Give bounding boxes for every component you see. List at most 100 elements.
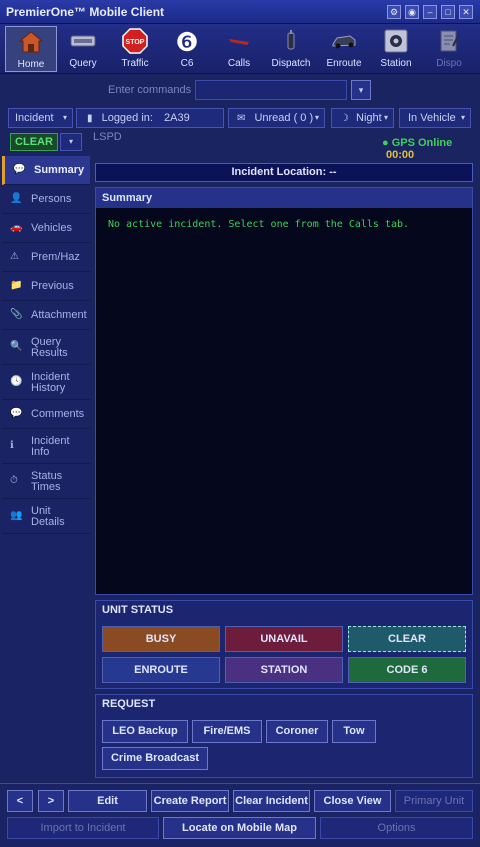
sidebar-item-label: Summary (34, 164, 85, 176)
command-dropdown-button[interactable]: ▾ (351, 80, 371, 100)
stop-sign-text: STOP (126, 39, 145, 46)
bottom-action-bar: < > Edit Create Report Clear Incident Cl… (0, 783, 480, 847)
attachment-icon: 📎 (10, 309, 23, 320)
status-busy-button[interactable]: BUSY (102, 626, 220, 652)
request-leo-backup-button[interactable]: LEO Backup (102, 720, 188, 743)
gear-icon[interactable]: ⚙ (387, 5, 401, 19)
sidebar-item-attachment[interactable]: 📎 Attachment (2, 301, 90, 330)
settings-icon[interactable]: ◉ (405, 5, 419, 19)
sidebar-item-previous[interactable]: 📁 Previous (2, 272, 90, 301)
toolbar-query-button[interactable]: Query (57, 26, 109, 72)
minimize-icon[interactable]: – (423, 5, 437, 19)
toolbar-station-label: Station (380, 58, 412, 69)
status-clear-button[interactable]: CLEAR (348, 626, 466, 652)
status-enroute-button[interactable]: ENROUTE (102, 657, 220, 683)
request-fire-ems-button[interactable]: Fire/EMS (192, 720, 262, 743)
sidebar-item-query-results[interactable]: 🔍 Query Results (2, 330, 90, 365)
night-mode-dropdown[interactable]: ☽ Night ▾ (331, 108, 394, 128)
summary-panel: Summary No active incident. Select one f… (95, 187, 473, 595)
toolbar-enroute-button[interactable]: Enroute (318, 26, 370, 72)
toolbar-dispatch-button[interactable]: Dispatch (265, 26, 317, 72)
toolbar-home-button[interactable]: Home (5, 26, 57, 72)
create-report-button[interactable]: Create Report (151, 790, 229, 812)
import-to-incident-button[interactable]: Import to Incident (7, 817, 159, 839)
sidebar-item-summary[interactable]: 💬 Summary (2, 156, 90, 185)
toolbar-traffic-label: Traffic (121, 58, 149, 69)
id-card-icon: ▮ (87, 113, 93, 124)
in-vehicle-dropdown[interactable]: In Vehicle ▾ (399, 108, 471, 128)
options-button[interactable]: Options (320, 817, 473, 839)
chevron-down-icon: ▾ (314, 113, 319, 122)
prem-haz-icon: ⚠ (10, 251, 19, 262)
status-unavail-button[interactable]: UNAVAIL (225, 626, 343, 652)
toolbar-station-button[interactable]: Station (370, 26, 422, 72)
sidebar-item-prem-haz[interactable]: ⚠ Prem/Haz (2, 243, 90, 272)
sidebar-item-unit-details[interactable]: 👥 Unit Details (2, 499, 90, 534)
previous-icon: 📁 (10, 280, 23, 291)
gps-time: 00:00 (386, 149, 415, 161)
toolbar-query-label: Query (69, 58, 97, 69)
close-icon[interactable]: ✕ (459, 5, 473, 19)
chevron-down-icon: ▾ (68, 137, 73, 146)
maximize-icon[interactable]: □ (441, 5, 455, 19)
sidebar-item-label: Vehicles (31, 222, 72, 234)
incident-info-icon: ℹ (10, 440, 14, 451)
calls-icon (225, 28, 253, 56)
toolbar-dispo-button[interactable]: Dispo (423, 26, 475, 72)
sidebar-item-incident-info[interactable]: ℹ Incident Info (2, 429, 90, 464)
status-code6-button[interactable]: CODE 6 (348, 657, 466, 683)
toolbar-calls-button[interactable]: Calls (213, 26, 265, 72)
sidebar-item-label: Status Times (31, 470, 63, 493)
unit-id: 2A39 (164, 112, 190, 124)
title-bar: PremierOne™ Mobile Client ⚙ ◉ – □ ✕ (0, 0, 480, 24)
command-label: Enter commands (108, 84, 192, 96)
previous-button[interactable]: < (7, 790, 33, 812)
toolbar-dispatch-label: Dispatch (271, 58, 311, 69)
incident-dropdown-label: Incident (15, 112, 54, 124)
sidebar-item-vehicles[interactable]: 🚗 Vehicles (2, 214, 90, 243)
status-dropdown-button[interactable]: ▾ (60, 133, 82, 151)
toolbar-enroute-label: Enroute (326, 58, 362, 69)
sidebar-item-persons[interactable]: 👤 Persons (2, 185, 90, 214)
sidebar-item-incident-history[interactable]: 🕓 Incident History (2, 365, 90, 400)
toolbar-c6-button[interactable]: ❻ C6 (161, 26, 213, 72)
sidebar-item-label: Query Results (31, 336, 68, 359)
unit-status-title: UNIT STATUS (102, 604, 174, 616)
moon-icon: ☽ (340, 113, 349, 124)
primary-unit-button[interactable]: Primary Unit (395, 790, 473, 812)
request-coroner-button[interactable]: Coroner (266, 720, 328, 743)
status-station-button[interactable]: STATION (225, 657, 343, 683)
query-icon (69, 28, 97, 56)
incident-dropdown[interactable]: Incident ▾ (8, 108, 73, 128)
clear-incident-button[interactable]: Clear Incident (233, 790, 310, 812)
current-status-badge[interactable]: CLEAR (10, 133, 58, 151)
chevron-down-icon: ▾ (460, 113, 465, 122)
unread-dropdown[interactable]: ✉ Unread ( 0 ) ▾ (228, 108, 325, 128)
close-view-button[interactable]: Close View (314, 790, 391, 812)
unit-details-icon: 👥 (10, 510, 23, 521)
command-input[interactable] (195, 80, 347, 100)
main-toolbar: Home Query STOP Traffic ❻ C6 Calls Dispa… (0, 24, 480, 74)
request-tow-button[interactable]: Tow (332, 720, 376, 743)
night-mode-label: Night (356, 112, 382, 124)
next-button[interactable]: > (38, 790, 64, 812)
locate-on-map-button[interactable]: Locate on Mobile Map (163, 817, 316, 839)
logged-in-label: Logged in: (101, 112, 153, 124)
sidebar-item-comments[interactable]: 💬 Comments (2, 400, 90, 429)
request-crime-broadcast-button[interactable]: Crime Broadcast (102, 747, 208, 770)
sidebar: 💬 Summary 👤 Persons 🚗 Vehicles ⚠ Prem/Haz 📁 Previ… (2, 156, 90, 780)
toolbar-calls-label: Calls (227, 58, 251, 69)
edit-button[interactable]: Edit (68, 790, 147, 812)
toolbar-traffic-button[interactable]: STOP Traffic (109, 26, 161, 72)
persons-icon: 👤 (10, 193, 23, 204)
stop-sign-icon: STOP (121, 28, 149, 56)
chevron-down-icon: ▾ (383, 113, 388, 122)
dispatch-icon (277, 28, 305, 56)
station-icon (382, 28, 410, 56)
in-vehicle-label: In Vehicle (408, 112, 456, 124)
sidebar-item-label: Comments (31, 408, 85, 420)
sidebar-item-status-times[interactable]: ⏱ Status Times (2, 464, 90, 499)
sidebar-item-label: Unit Details (31, 505, 65, 528)
request-title: REQUEST (102, 698, 156, 710)
status-times-icon: ⏱ (10, 475, 18, 486)
